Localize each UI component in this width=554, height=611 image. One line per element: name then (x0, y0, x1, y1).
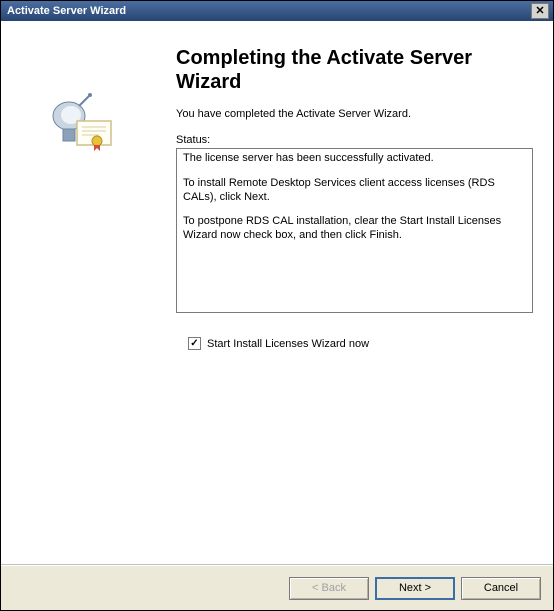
wizard-window: Activate Server Wizard ✕ Completing the … (0, 0, 554, 611)
satellite-certificate-icon (49, 91, 119, 151)
check-icon: ✓ (190, 339, 198, 349)
status-line: To install Remote Desktop Services clien… (183, 177, 526, 205)
back-button[interactable]: < Back (289, 577, 369, 600)
cancel-button[interactable]: Cancel (461, 577, 541, 600)
wizard-content: Completing the Activate Server Wizard Yo… (166, 21, 553, 564)
window-title: Activate Server Wizard (7, 5, 531, 17)
checkbox-label: Start Install Licenses Wizard now (207, 338, 369, 350)
status-line: To postpone RDS CAL installation, clear … (183, 215, 526, 243)
button-bar: < Back Next > Cancel (1, 565, 553, 610)
status-line: The license server has been successfully… (183, 152, 526, 166)
status-label: Status: (176, 134, 533, 146)
intro-text: You have completed the Activate Server W… (176, 108, 533, 120)
wizard-graphic-pane (1, 21, 166, 564)
wizard-body: Completing the Activate Server Wizard Yo… (1, 21, 553, 565)
next-button[interactable]: Next > (375, 577, 455, 600)
page-heading: Completing the Activate Server Wizard (176, 46, 533, 94)
checkbox-row: ✓ Start Install Licenses Wizard now (188, 337, 533, 350)
titlebar: Activate Server Wizard ✕ (1, 1, 553, 21)
start-install-checkbox[interactable]: ✓ (188, 337, 201, 350)
status-textbox[interactable]: The license server has been successfully… (176, 148, 533, 313)
close-button[interactable]: ✕ (531, 3, 549, 19)
close-icon: ✕ (535, 6, 544, 17)
